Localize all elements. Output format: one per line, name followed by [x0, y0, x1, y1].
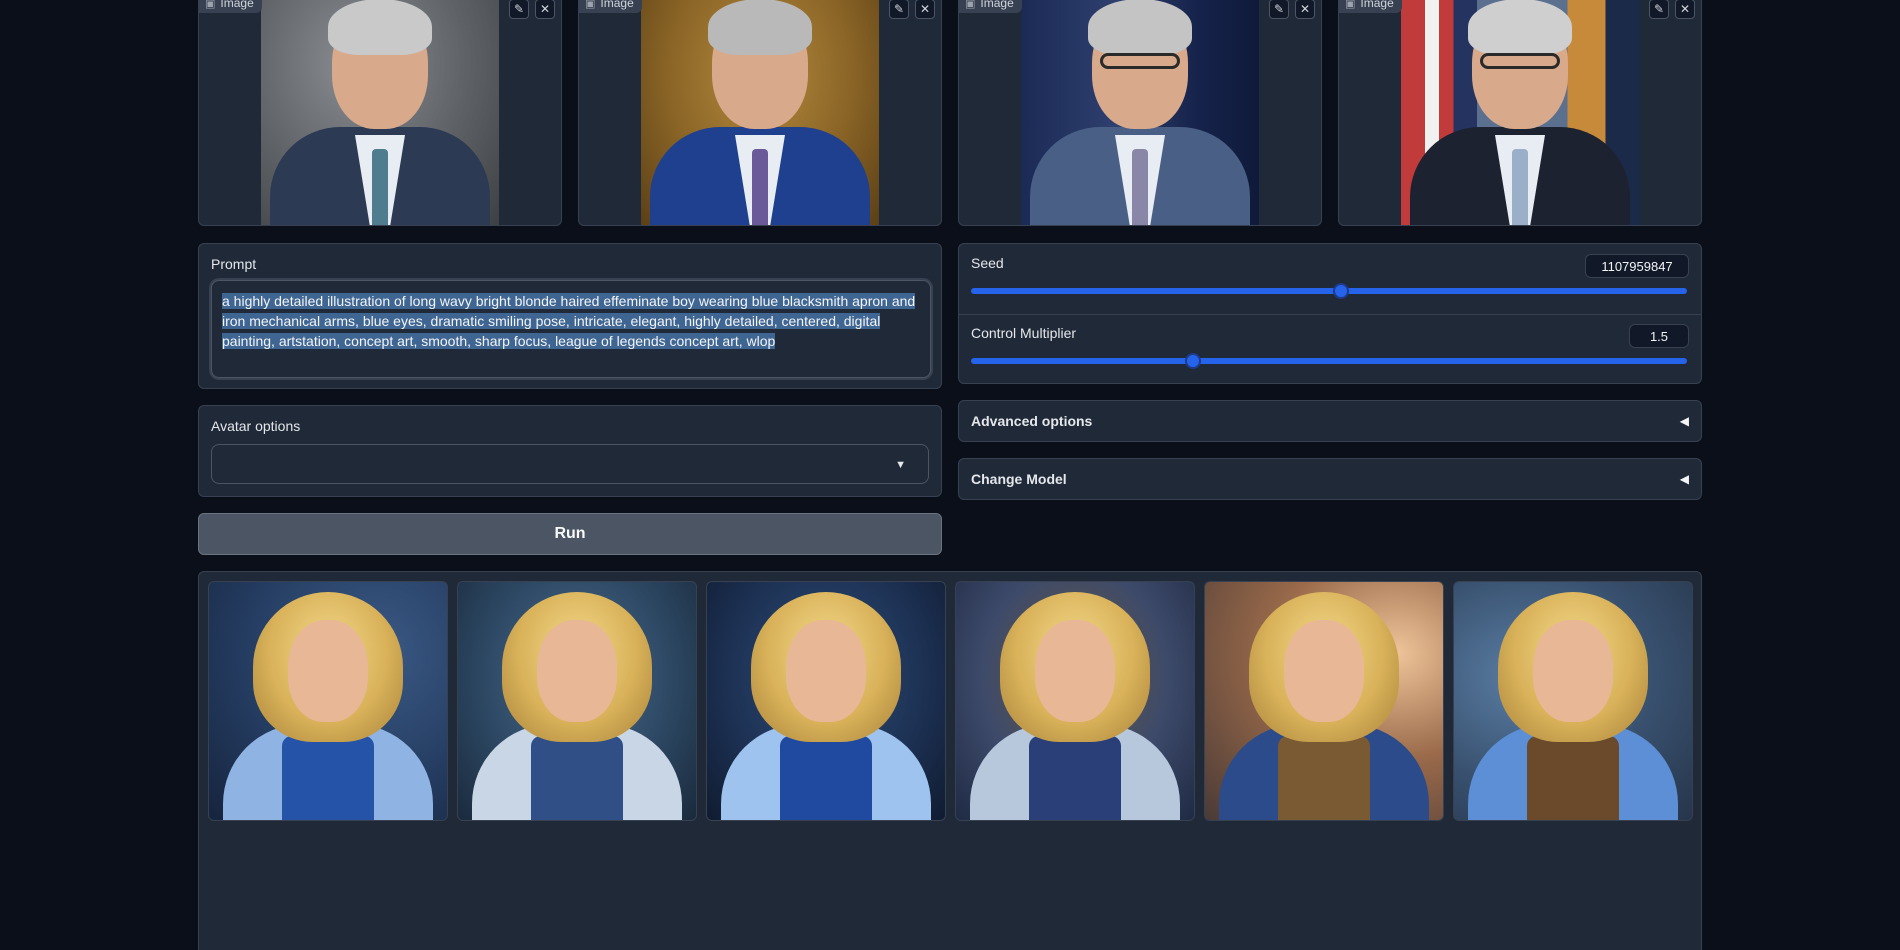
change-model-label: Change Model — [971, 471, 1067, 487]
control-multiplier-label: Control Multiplier — [971, 325, 1077, 341]
clear-image-button[interactable]: ✕ — [1675, 0, 1695, 19]
clear-image-button[interactable]: ✕ — [1295, 0, 1315, 19]
gallery-image-4[interactable] — [955, 581, 1195, 821]
edit-image-button[interactable]: ✎ — [509, 0, 529, 19]
gallery-image-3[interactable] — [706, 581, 946, 821]
control-multiplier-slider-thumb[interactable] — [1185, 353, 1201, 369]
control-multiplier-slider[interactable] — [971, 353, 1687, 369]
avatar-options-panel: Avatar options ▼ — [198, 405, 942, 497]
uploaded-photo — [641, 0, 879, 225]
prompt-textarea[interactable]: a highly detailed illustration of long w… — [211, 280, 931, 378]
edit-image-button[interactable]: ✎ — [1649, 0, 1669, 19]
prompt-text: a highly detailed illustration of long w… — [222, 293, 916, 349]
gallery-image-1[interactable] — [208, 581, 448, 821]
image-label-tag: ▣ Image — [1339, 0, 1402, 13]
edit-image-button[interactable]: ✎ — [889, 0, 909, 19]
edit-image-button[interactable]: ✎ — [1269, 0, 1289, 19]
uploaded-photo — [261, 0, 499, 225]
advanced-options-label: Advanced options — [971, 413, 1093, 429]
seed-slider[interactable] — [971, 283, 1687, 299]
input-image-2[interactable]: ▣ Image ✎ ✕ — [578, 0, 942, 226]
advanced-options-accordion[interactable]: Advanced options ◀ — [958, 400, 1702, 442]
run-button[interactable]: Run — [198, 513, 942, 555]
image-icon: ▣ — [205, 0, 216, 10]
image-label-tag: ▣ Image — [579, 0, 642, 13]
image-icon: ▣ — [1345, 0, 1356, 10]
control-multiplier-number-input[interactable]: 1.5 — [1629, 324, 1689, 348]
seed-slider-thumb[interactable] — [1333, 283, 1349, 299]
caret-down-icon: ▼ — [895, 459, 906, 471]
prompt-label: Prompt — [211, 256, 257, 272]
image-label-tag: ▣ Image — [959, 0, 1022, 13]
image-icon: ▣ — [585, 0, 596, 10]
seed-label: Seed — [971, 255, 1004, 271]
input-image-4[interactable]: ▣ Image ✎ ✕ — [1338, 0, 1702, 226]
gallery-image-5[interactable] — [1204, 581, 1444, 821]
gallery-image-2[interactable] — [457, 581, 697, 821]
prompt-panel: Prompt a highly detailed illustration of… — [198, 243, 942, 389]
triangle-left-icon: ◀ — [1679, 472, 1689, 486]
image-icon: ▣ — [965, 0, 976, 10]
uploaded-photo — [1401, 0, 1639, 225]
divider — [959, 314, 1701, 315]
input-image-1[interactable]: ▣ Image ✎ ✕ — [198, 0, 562, 226]
output-gallery — [198, 571, 1702, 950]
avatar-options-label: Avatar options — [211, 418, 301, 434]
image-label-tag: ▣ Image — [199, 0, 262, 13]
change-model-accordion[interactable]: Change Model ◀ — [958, 458, 1702, 500]
input-image-3[interactable]: ▣ Image ✎ ✕ — [958, 0, 1322, 226]
sliders-panel: Seed 1107959847 Control Multiplier 1.5 — [958, 243, 1702, 384]
clear-image-button[interactable]: ✕ — [915, 0, 935, 19]
avatar-options-dropdown[interactable]: ▼ — [211, 444, 929, 484]
gallery-image-6[interactable] — [1453, 581, 1693, 821]
seed-number-input[interactable]: 1107959847 — [1585, 254, 1689, 278]
uploaded-photo — [1021, 0, 1259, 225]
triangle-left-icon: ◀ — [1679, 414, 1689, 428]
clear-image-button[interactable]: ✕ — [535, 0, 555, 19]
